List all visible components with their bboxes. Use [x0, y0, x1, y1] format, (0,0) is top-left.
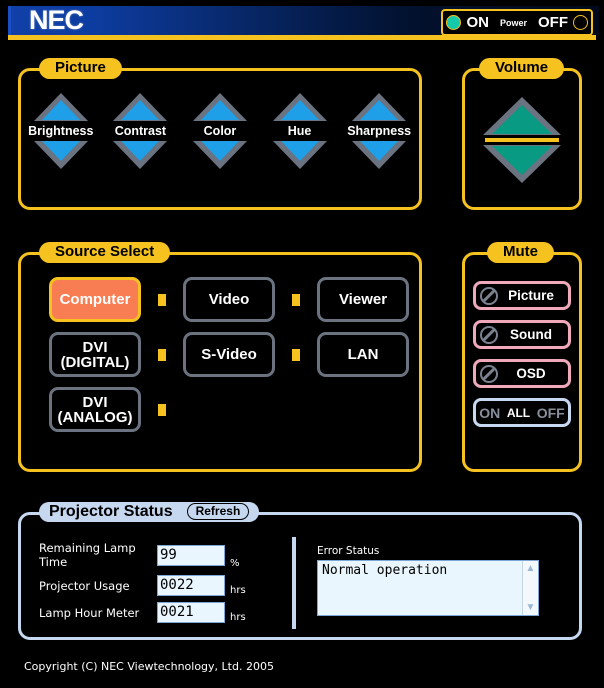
- nec-logo: NEC: [29, 5, 84, 35]
- picture-control-label: Sharpness: [347, 124, 412, 138]
- triangle-up-icon[interactable]: [113, 93, 168, 121]
- status-field-label: Projector Usage: [39, 578, 130, 593]
- source-button-viewer[interactable]: Viewer: [317, 277, 409, 322]
- triangle-down-icon[interactable]: [352, 141, 407, 169]
- source-button-dvi-digital[interactable]: DVI (DIGITAL): [49, 332, 141, 377]
- error-status-scrollbar[interactable]: ▲ ▼: [522, 561, 538, 615]
- source-button-computer[interactable]: Computer: [49, 277, 141, 322]
- source-select-panel-legend: Source Select: [39, 242, 171, 263]
- triangle-down-icon[interactable]: [272, 141, 327, 169]
- triangle-down-icon[interactable]: [33, 141, 88, 169]
- status-field-label: Lamp Hour Meter: [39, 605, 140, 620]
- power-off-button[interactable]: OFF: [538, 14, 568, 31]
- status-field-unit: hrs: [230, 585, 246, 596]
- projector-usage-value[interactable]: 0022: [157, 575, 225, 596]
- source-button-s-video[interactable]: S-Video: [183, 332, 275, 377]
- picture-control-label: Color: [203, 124, 237, 138]
- status-row-lamp-hour-meter: Lamp Hour Meter 0021 hrs: [39, 602, 246, 623]
- source-select-row: DVI (ANALOG): [49, 387, 409, 432]
- picture-control-label: Hue: [287, 124, 312, 138]
- lamp-hour-meter-value[interactable]: 0021: [157, 602, 225, 623]
- volume-down-triangle-down-icon[interactable]: [483, 145, 561, 183]
- source-button-dvi-analog[interactable]: DVI (ANALOG): [49, 387, 141, 432]
- projector-status-fields: Remaining Lamp Time 99 % Projector Usage…: [39, 541, 246, 629]
- picture-control-sharpness: Sharpness: [340, 93, 418, 169]
- source-select-grid: Computer Video Viewer DVI (DIGITAL) S-Vi…: [49, 277, 409, 442]
- triangle-up-icon[interactable]: [272, 93, 327, 121]
- refresh-button[interactable]: Refresh: [186, 503, 250, 520]
- power-label: Power: [499, 17, 527, 28]
- error-status-group: Error Status Normal operation ▲ ▼: [317, 545, 539, 616]
- picture-control-color: Color: [181, 93, 259, 169]
- power-control-group: ON Power OFF: [441, 9, 593, 36]
- picture-control-hue: Hue: [261, 93, 339, 169]
- volume-panel-legend: Volume: [479, 58, 565, 79]
- mute-panel-legend: Mute: [487, 242, 554, 263]
- mute-button-label: Sound: [510, 327, 552, 342]
- mute-controls: Picture Sound OSD ON ALL OFF: [465, 281, 579, 427]
- triangle-up-icon[interactable]: [192, 93, 247, 121]
- mute-button-osd[interactable]: OSD: [473, 359, 571, 388]
- picture-control-brightness: Brightness: [22, 93, 100, 169]
- triangle-down-icon[interactable]: [113, 141, 168, 169]
- no-entry-icon: [480, 286, 498, 305]
- status-vertical-divider: [292, 537, 296, 629]
- triangle-up-icon[interactable]: [352, 93, 407, 121]
- mute-all-toggle[interactable]: ON ALL OFF: [473, 398, 571, 427]
- picture-control-label: Brightness: [28, 124, 94, 138]
- error-status-text: Normal operation: [322, 563, 448, 578]
- chevron-down-icon[interactable]: ▼: [523, 600, 538, 615]
- mute-button-label: OSD: [516, 366, 546, 381]
- volume-controls: [465, 97, 579, 183]
- mute-button-label: Picture: [508, 288, 554, 303]
- error-status-textarea[interactable]: Normal operation ▲ ▼: [317, 560, 539, 616]
- projector-status-panel: Projector Status Refresh Remaining Lamp …: [18, 502, 582, 640]
- power-off-led-icon[interactable]: [573, 15, 588, 30]
- status-row-projector-usage: Projector Usage 0022 hrs: [39, 575, 246, 596]
- volume-up-triangle-up-icon[interactable]: [483, 97, 561, 135]
- triangle-down-icon[interactable]: [192, 141, 247, 169]
- source-separator-indicator: [158, 403, 166, 416]
- status-field-unit: %: [230, 558, 240, 569]
- no-entry-icon: [480, 364, 498, 383]
- status-field-unit: hrs: [230, 612, 246, 623]
- source-button-lan[interactable]: LAN: [317, 332, 409, 377]
- triangle-up-icon[interactable]: [33, 93, 88, 121]
- status-field-label: Remaining Lamp Time: [39, 541, 136, 569]
- chevron-up-icon[interactable]: ▲: [523, 561, 538, 576]
- mute-button-sound[interactable]: Sound: [473, 320, 571, 349]
- source-separator-indicator: [158, 293, 166, 306]
- mute-all-label: ALL: [506, 405, 531, 420]
- picture-control-contrast: Contrast: [101, 93, 179, 169]
- picture-panel-legend: Picture: [39, 58, 122, 79]
- power-on-button[interactable]: ON: [466, 14, 489, 31]
- power-on-led-icon[interactable]: [446, 15, 462, 30]
- app-header: NEC ON Power OFF: [8, 5, 599, 36]
- source-select-panel: Source Select Computer Video Viewer DVI …: [18, 242, 422, 472]
- error-status-label: Error Status: [317, 545, 380, 557]
- source-separator-indicator: [292, 348, 300, 361]
- source-select-row: Computer Video Viewer: [49, 277, 409, 322]
- remaining-lamp-time-value[interactable]: 99: [157, 544, 225, 566]
- projector-status-panel-legend: Projector Status Refresh: [39, 502, 260, 522]
- volume-divider-bar: [485, 138, 559, 142]
- picture-controls: Brightness Contrast Color Hue Sharpness: [21, 93, 419, 169]
- copyright-footer: Copyright (C) NEC Viewtechnology, Ltd. 2…: [24, 660, 274, 673]
- mute-all-off-button[interactable]: OFF: [537, 405, 565, 421]
- mute-all-on-button[interactable]: ON: [479, 405, 500, 421]
- picture-control-label: Contrast: [114, 124, 167, 138]
- header-underline: [8, 35, 596, 40]
- picture-panel: Picture Brightness Contrast Color Hue Sh…: [18, 58, 422, 210]
- source-separator-indicator: [292, 293, 300, 306]
- projector-status-title: Projector Status: [49, 502, 173, 520]
- mute-button-picture[interactable]: Picture: [473, 281, 571, 310]
- source-button-video[interactable]: Video: [183, 277, 275, 322]
- source-separator-indicator: [158, 348, 166, 361]
- volume-panel: Volume: [462, 58, 582, 210]
- status-row-remaining-lamp-time: Remaining Lamp Time 99 %: [39, 541, 246, 569]
- mute-panel: Mute Picture Sound OSD ON ALL OFF: [462, 242, 582, 472]
- no-entry-icon: [480, 325, 498, 344]
- source-select-row: DVI (DIGITAL) S-Video LAN: [49, 332, 409, 377]
